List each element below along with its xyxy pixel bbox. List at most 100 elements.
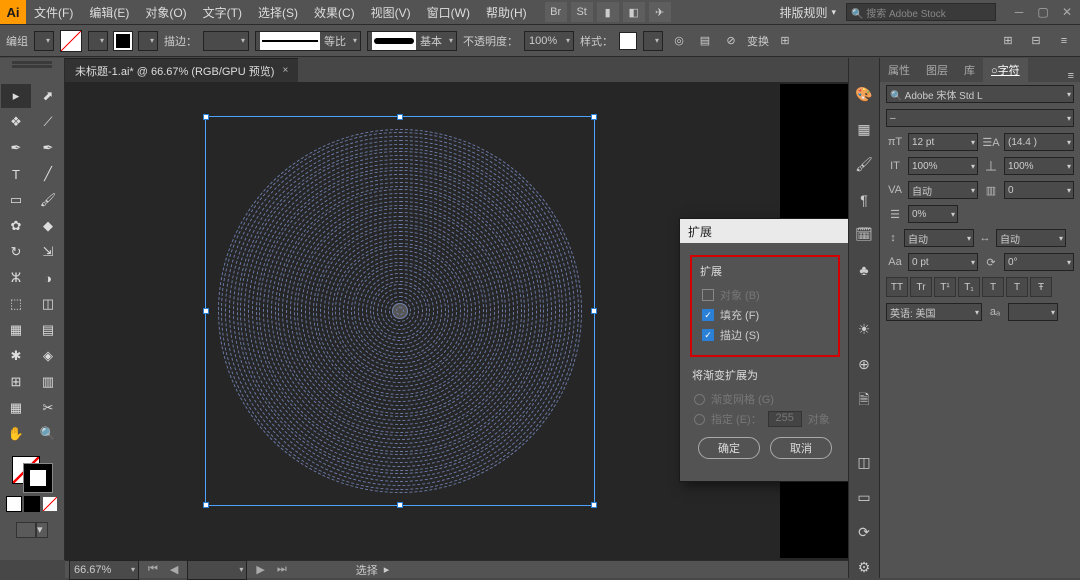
curvature-tool[interactable]: ✒ bbox=[33, 136, 63, 160]
rot-h-field[interactable]: 自动 bbox=[904, 229, 974, 247]
cancel-button[interactable]: 取消 bbox=[770, 437, 832, 459]
direct-selection-tool[interactable]: ⬈ bbox=[33, 84, 63, 108]
blend-tool[interactable]: ◈ bbox=[33, 344, 63, 368]
control-opt-menu-icon[interactable]: ≡ bbox=[1054, 31, 1074, 51]
screen-mode-menu[interactable]: ▾ bbox=[36, 522, 48, 538]
arrange-icon[interactable]: ▮ bbox=[597, 2, 619, 22]
graphic-styles-panel-icon[interactable]: ♣ bbox=[852, 259, 876, 280]
symbols-panel-icon[interactable]: 🗓 bbox=[852, 224, 876, 245]
checkbox-fill-row[interactable]: ✓ 填充 (F) bbox=[698, 305, 832, 325]
lasso-tool[interactable]: ⟋ bbox=[33, 110, 63, 134]
color-mode-gradient[interactable] bbox=[24, 496, 40, 512]
artboard-next-last-icon[interactable]: ⏭ bbox=[274, 563, 290, 576]
handle-bc[interactable] bbox=[397, 502, 403, 508]
layers-panel-icon[interactable]: 🗎 bbox=[852, 389, 876, 413]
selection-tool[interactable]: ▸ bbox=[1, 84, 31, 108]
caps-button-2[interactable]: T¹ bbox=[934, 277, 956, 297]
fill-stroke-control[interactable] bbox=[12, 456, 52, 492]
checkbox-stroke-row[interactable]: ✓ 描边 (S) bbox=[698, 325, 832, 345]
actions-panel-icon[interactable]: ⚙ bbox=[852, 557, 876, 578]
panel-options-icon[interactable]: ≡ bbox=[1062, 70, 1080, 82]
control-opt1-icon[interactable]: ⊞ bbox=[998, 31, 1018, 51]
char-rotation-field[interactable]: 0° bbox=[1004, 253, 1074, 271]
checkbox-fill[interactable]: ✓ bbox=[702, 309, 714, 321]
workspace-switcher[interactable]: 排版规则 bbox=[779, 4, 836, 21]
opacity-field[interactable]: 100% bbox=[524, 31, 574, 51]
eyedropper-tool[interactable]: ✱ bbox=[1, 344, 31, 368]
menu-select[interactable]: 选择(S) bbox=[250, 0, 306, 24]
menu-help[interactable]: 帮助(H) bbox=[478, 0, 535, 24]
artboard-prev-icon[interactable]: ◀ bbox=[167, 563, 181, 576]
handle-mr[interactable] bbox=[591, 308, 597, 314]
vscale-field[interactable]: 100% bbox=[908, 157, 978, 175]
baseline-shift-field[interactable]: 0 pt bbox=[908, 253, 978, 271]
kerning-field[interactable]: 自动 bbox=[908, 181, 978, 199]
menu-file[interactable]: 文件(F) bbox=[26, 0, 81, 24]
shape-builder-tool[interactable]: ⬚ bbox=[1, 292, 31, 316]
slice-tool[interactable]: ✂ bbox=[33, 396, 63, 420]
rot-v-field[interactable]: 自动 bbox=[996, 229, 1066, 247]
perspective-grid-tool[interactable]: ◫ bbox=[33, 292, 63, 316]
stroke-weight-field[interactable] bbox=[203, 31, 249, 51]
shaper-tool[interactable]: ✿ bbox=[1, 214, 31, 238]
close-icon[interactable]: ✕ bbox=[1060, 5, 1074, 19]
color-panel-icon[interactable]: 🎨 bbox=[852, 84, 876, 105]
mesh-tool[interactable]: ▦ bbox=[1, 318, 31, 342]
color-mode-none[interactable] bbox=[42, 496, 58, 512]
document-tab[interactable]: 未标题-1.ai* @ 66.67% (RGB/GPU 预览) × bbox=[65, 58, 298, 82]
stroke-swatch[interactable] bbox=[114, 32, 132, 50]
canvas[interactable]: 扩展 扩展 对象 (B) ✓ 填充 (F) ✓ 描边 (S) 将渐变扩展为 bbox=[65, 82, 848, 560]
menu-object[interactable]: 对象(O) bbox=[137, 0, 194, 24]
language-field[interactable]: 英语: 美国 bbox=[886, 303, 982, 321]
menu-edit[interactable]: 编辑(E) bbox=[81, 0, 137, 24]
paragraph-panel-icon[interactable]: ¶ bbox=[852, 189, 876, 210]
handle-br[interactable] bbox=[591, 502, 597, 508]
handle-tr[interactable] bbox=[591, 114, 597, 120]
transform-label[interactable]: 变换 bbox=[747, 33, 769, 49]
eraser-tool[interactable]: ◆ bbox=[33, 214, 63, 238]
column-graph-tool[interactable]: ▥ bbox=[33, 370, 63, 394]
tab-character[interactable]: ○字符 bbox=[983, 58, 1028, 82]
bridge-icon[interactable]: Br bbox=[545, 2, 567, 22]
caps-button-5[interactable]: T bbox=[1006, 277, 1028, 297]
font-size-field[interactable]: 12 pt bbox=[908, 133, 978, 151]
width-tool[interactable]: ⵣ bbox=[1, 266, 31, 290]
share-icon[interactable]: ✈ bbox=[649, 2, 671, 22]
maximize-icon[interactable]: ▢ bbox=[1036, 5, 1050, 19]
appearance-panel-icon[interactable]: ☀ bbox=[852, 319, 876, 340]
pen-tool[interactable]: ✒ bbox=[1, 136, 31, 160]
stroke-box[interactable] bbox=[24, 464, 52, 492]
dialog-title[interactable]: 扩展 bbox=[680, 219, 848, 243]
rotate-tool[interactable]: ↻ bbox=[1, 240, 31, 264]
recolor-icon[interactable]: ◎ bbox=[669, 31, 689, 51]
caps-button-4[interactable]: T bbox=[982, 277, 1004, 297]
artboard-next-icon[interactable]: ▶ bbox=[253, 563, 267, 576]
gradient-tool[interactable]: ▤ bbox=[33, 318, 63, 342]
variable-width-profile[interactable]: 基本 bbox=[367, 31, 457, 51]
links-panel-icon[interactable]: ⟳ bbox=[852, 522, 876, 543]
symbol-sprayer-tool[interactable]: ⊞ bbox=[1, 370, 31, 394]
transparency-panel-icon[interactable]: ⊕ bbox=[852, 354, 876, 375]
menu-view[interactable]: 视图(V) bbox=[363, 0, 419, 24]
type-tool[interactable]: T bbox=[1, 162, 31, 186]
screen-mode[interactable]: ▾ bbox=[16, 522, 48, 538]
menu-window[interactable]: 窗口(W) bbox=[419, 0, 478, 24]
fill-menu[interactable] bbox=[88, 31, 108, 51]
stroke-menu[interactable] bbox=[138, 31, 158, 51]
leading-field[interactable]: (14.4 ) bbox=[1004, 133, 1074, 151]
checkbox-stroke[interactable]: ✓ bbox=[702, 329, 714, 341]
graphic-style-swatch[interactable] bbox=[619, 32, 637, 50]
ok-button[interactable]: 确定 bbox=[698, 437, 760, 459]
artwork-spiral[interactable] bbox=[206, 117, 594, 505]
font-style-field[interactable]: – bbox=[886, 109, 1074, 127]
artboards-panel-icon[interactable]: ▭ bbox=[852, 487, 876, 508]
stock-icon[interactable]: St bbox=[571, 2, 593, 22]
hscale-field[interactable]: 100% bbox=[1004, 157, 1074, 175]
brush-definition[interactable]: 等比 bbox=[255, 31, 361, 51]
status-menu-icon[interactable]: ▸ bbox=[384, 563, 390, 576]
minimize-icon[interactable]: ─ bbox=[1012, 5, 1026, 19]
handle-bl[interactable] bbox=[203, 502, 209, 508]
menu-effect[interactable]: 效果(C) bbox=[306, 0, 363, 24]
zoom-tool[interactable]: 🔍 bbox=[33, 422, 63, 446]
artboard-tool[interactable]: ▦ bbox=[1, 396, 31, 420]
